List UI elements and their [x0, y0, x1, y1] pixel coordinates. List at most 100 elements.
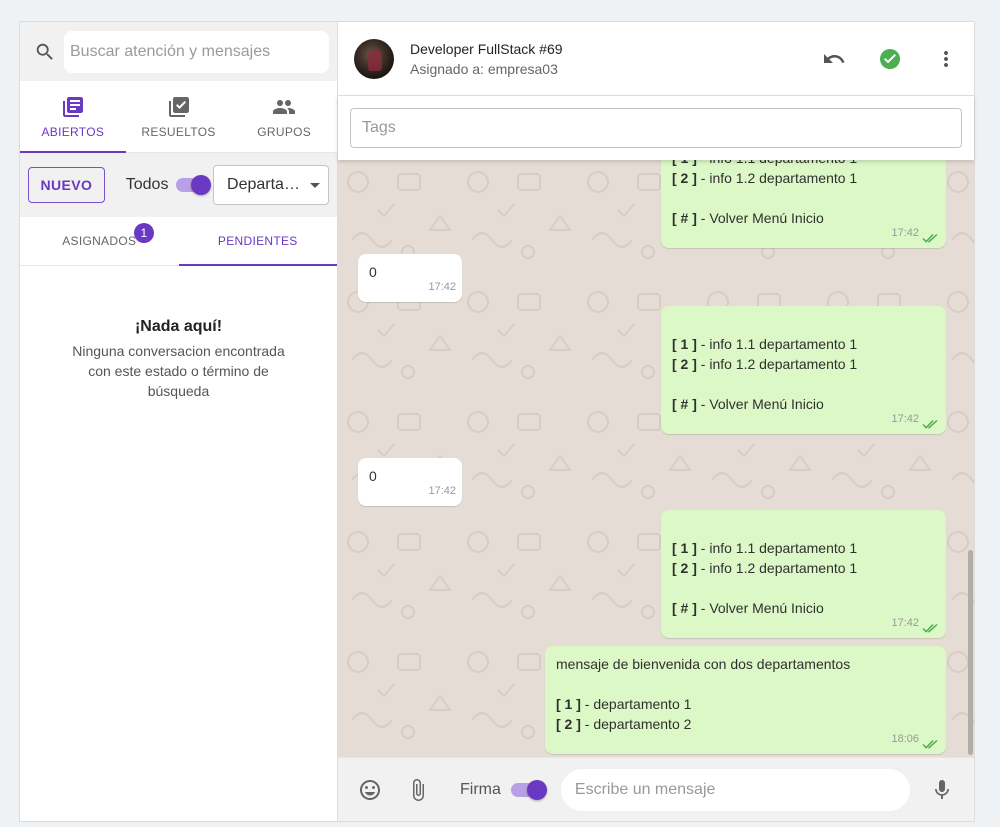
contact-info[interactable]: Developer FullStack #69 Asignado a: empr… — [410, 41, 790, 77]
more-vert-icon — [944, 50, 948, 67]
double-check-icon — [922, 623, 938, 633]
tab-grupos[interactable]: GRUPOS — [231, 81, 337, 152]
filter-toolbar: NUEVO Todos Departa… — [20, 153, 337, 217]
message-line: mensaje de bienvenida con dos departamen… — [556, 654, 934, 674]
line-text: - Volver Menú Inicio — [696, 600, 824, 616]
message-line: [ 1 ] - info 1.1 departamento 1 — [672, 538, 934, 558]
message-line: [ 2 ] - departamento 2 — [556, 714, 934, 734]
avatar[interactable] — [354, 38, 394, 79]
microphone-icon — [935, 779, 949, 799]
option-key: [ 2 ] — [556, 716, 581, 732]
option-key: [ 1 ] — [672, 160, 697, 166]
message-line — [556, 674, 934, 694]
tab-label: PENDIENTES — [217, 234, 298, 248]
line-text: - info 1.1 departamento 1 — [697, 160, 857, 166]
tags-input[interactable] — [350, 108, 962, 148]
message-time: 17:42 — [891, 413, 919, 425]
message-line — [672, 518, 934, 538]
status-tabs: ABIERTOS RESUELTOS GRUPOS — [20, 81, 337, 153]
line-text: - info 1.2 departamento 1 — [696, 356, 858, 372]
empty-text: Ninguna conversacion encontrada con este… — [72, 343, 285, 399]
todos-label: Todos — [125, 176, 169, 193]
option-key: [ 2 ] — [672, 560, 697, 576]
outgoing-message[interactable]: [ 1 ] - info 1.1 departamento 1[ 2 ] - i… — [661, 160, 946, 248]
option-key: [ 1 ] — [672, 336, 697, 352]
department-select-value: Departa… — [227, 176, 300, 193]
empty-state: ¡Nada aquí! Ninguna conversacion encontr… — [20, 266, 337, 401]
line-text: - info 1.1 departamento 1 — [696, 336, 858, 352]
tab-pendientes[interactable]: PENDIENTES — [178, 217, 338, 266]
line-text: - Volver Menú Inicio — [696, 210, 824, 226]
messages-list[interactable]: [ 1 ] - info 1.1 departamento 1[ 2 ] - i… — [338, 160, 974, 757]
new-ticket-button[interactable]: NUEVO — [28, 167, 105, 203]
message-time: 17:42 — [428, 281, 456, 293]
message-input[interactable] — [560, 768, 910, 811]
message-line: [ 1 ] - info 1.1 departamento 1 — [672, 160, 934, 168]
double-check-icon — [922, 233, 938, 243]
line-text: - departamento 1 — [580, 696, 692, 712]
message-composer: Firma — [338, 757, 974, 821]
caret-down-icon — [309, 182, 320, 188]
message-time: 17:42 — [891, 617, 919, 629]
search-input[interactable] — [64, 30, 329, 73]
outgoing-message[interactable]: [ 1 ] - info 1.1 departamento 1 [ 2 ] - i… — [661, 306, 946, 434]
firma-toggle[interactable] — [510, 779, 547, 800]
option-key: [ 1 ] — [672, 540, 697, 556]
chat-scrollbar[interactable] — [968, 550, 973, 755]
toggle-knob — [191, 175, 212, 195]
more-options-button[interactable] — [934, 47, 958, 71]
tags-bar — [338, 96, 974, 160]
option-key: [ # ] — [672, 396, 697, 412]
return-ticket-button[interactable] — [822, 47, 846, 71]
line-text: - info 1.2 departamento 1 — [696, 170, 858, 186]
tab-label: ABIERTOS — [41, 124, 105, 139]
tab-asignados[interactable]: ASIGNADOS 1 — [20, 217, 179, 265]
tab-label: RESUELTOS — [141, 124, 216, 139]
assignment-tabs: ASIGNADOS 1 PENDIENTES — [20, 217, 337, 266]
line-text: - info 1.2 departamento 1 — [696, 560, 858, 576]
tickets-sidebar: ABIERTOS RESUELTOS GRUPOS NUEVO Todos De… — [20, 22, 338, 821]
option-key: [ 2 ] — [672, 356, 697, 372]
count-badge: 1 — [134, 223, 154, 243]
search-bar — [20, 22, 337, 81]
message-line — [672, 314, 934, 334]
line-text: 0 — [369, 264, 377, 280]
double-check-icon — [922, 419, 938, 429]
emoji-button[interactable] — [358, 778, 382, 802]
voice-record-button[interactable] — [930, 778, 954, 802]
contact-name: Developer FullStack #69 — [410, 40, 563, 57]
emoji-icon — [360, 779, 380, 800]
outgoing-message[interactable]: [ 1 ] - info 1.1 departamento 1[ 2 ] - i… — [661, 510, 946, 638]
line-text: mensaje de bienvenida con dos departamen… — [556, 656, 851, 672]
department-select[interactable]: Departa… — [213, 165, 329, 205]
option-key: [ # ] — [672, 600, 697, 616]
conversation-panel: Developer FullStack #69 Asignado a: empr… — [338, 22, 974, 821]
resolve-ticket-button[interactable] — [878, 47, 902, 71]
conversation-header: Developer FullStack #69 Asignado a: empr… — [338, 22, 974, 96]
group-icon — [273, 99, 296, 114]
option-key: [ 1 ] — [556, 696, 581, 712]
message-line — [672, 374, 934, 394]
paperclip-icon — [413, 778, 424, 801]
firma-label: Firma — [460, 780, 501, 798]
message-line: [ 2 ] - info 1.2 departamento 1 — [672, 168, 934, 188]
option-key: [ 2 ] — [672, 170, 697, 186]
message-line: [ 2 ] - info 1.2 departamento 1 — [672, 558, 934, 578]
inbox-list-icon — [62, 96, 83, 117]
incoming-message[interactable]: 0 17:42 — [358, 254, 462, 302]
message-time: 17:42 — [428, 485, 456, 497]
incoming-message[interactable]: 0 17:42 — [358, 458, 462, 506]
attach-button[interactable] — [406, 778, 430, 802]
outgoing-message[interactable]: mensaje de bienvenida con dos departamen… — [545, 646, 946, 754]
todos-toggle[interactable] — [176, 175, 212, 195]
line-text: - departamento 2 — [580, 716, 692, 732]
message-line — [672, 578, 934, 598]
line-text: - info 1.1 departamento 1 — [696, 540, 858, 556]
option-key: [ # ] — [672, 210, 697, 226]
tab-abiertos[interactable]: ABIERTOS — [20, 81, 126, 153]
message-line — [672, 188, 934, 208]
message-line: [ 1 ] - info 1.1 departamento 1 — [672, 334, 934, 354]
tab-resueltos[interactable]: RESUELTOS — [126, 81, 232, 152]
undo-icon — [824, 53, 845, 63]
app-window: ABIERTOS RESUELTOS GRUPOS NUEVO Todos De… — [19, 21, 975, 822]
